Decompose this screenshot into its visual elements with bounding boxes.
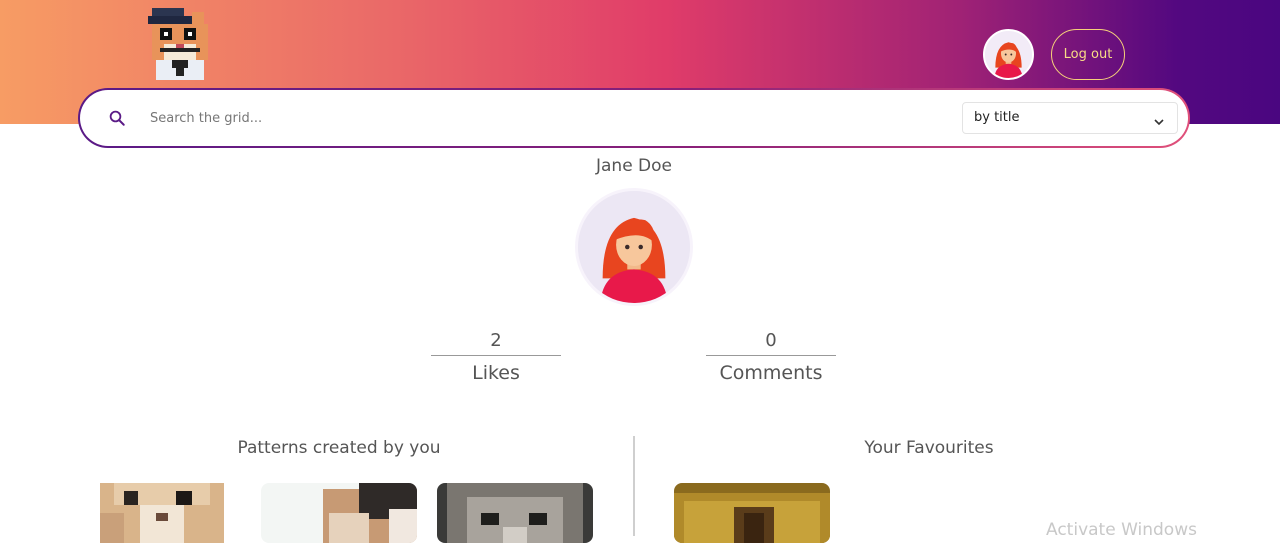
likes-label: Likes [472,362,520,384]
pixel-cat-logo-icon[interactable] [140,4,224,88]
chevron-down-icon [1153,113,1165,126]
created-patterns-title: Patterns created by you [237,438,441,458]
pattern-thumbnail[interactable] [437,483,593,543]
logout-button[interactable]: Log out [1051,29,1125,80]
comments-stat: 0 Comments [706,326,836,384]
search-filter-select[interactable]: by title [962,102,1178,134]
favourites-title: Your Favourites [864,438,994,458]
pattern-thumbnail[interactable] [261,483,417,543]
profile-name: Jane Doe [595,156,673,176]
likes-count: 2 [431,326,561,356]
search-icon[interactable] [108,109,126,127]
user-avatar-icon[interactable] [983,29,1034,80]
search-input[interactable] [150,105,850,131]
search-bar: by title [78,88,1190,148]
pattern-thumbnail[interactable] [84,483,240,543]
favourite-thumbnail[interactable] [674,483,830,543]
comments-label: Comments [719,362,823,384]
section-divider [633,436,635,536]
profile-avatar-icon [575,188,693,306]
likes-stat: 2 Likes [431,326,561,384]
comments-count: 0 [706,326,836,356]
search-filter-value: by title [974,110,1020,125]
windows-activation-watermark: Activate Windows [1046,520,1197,540]
search-bar-inner: by title [80,90,1188,146]
